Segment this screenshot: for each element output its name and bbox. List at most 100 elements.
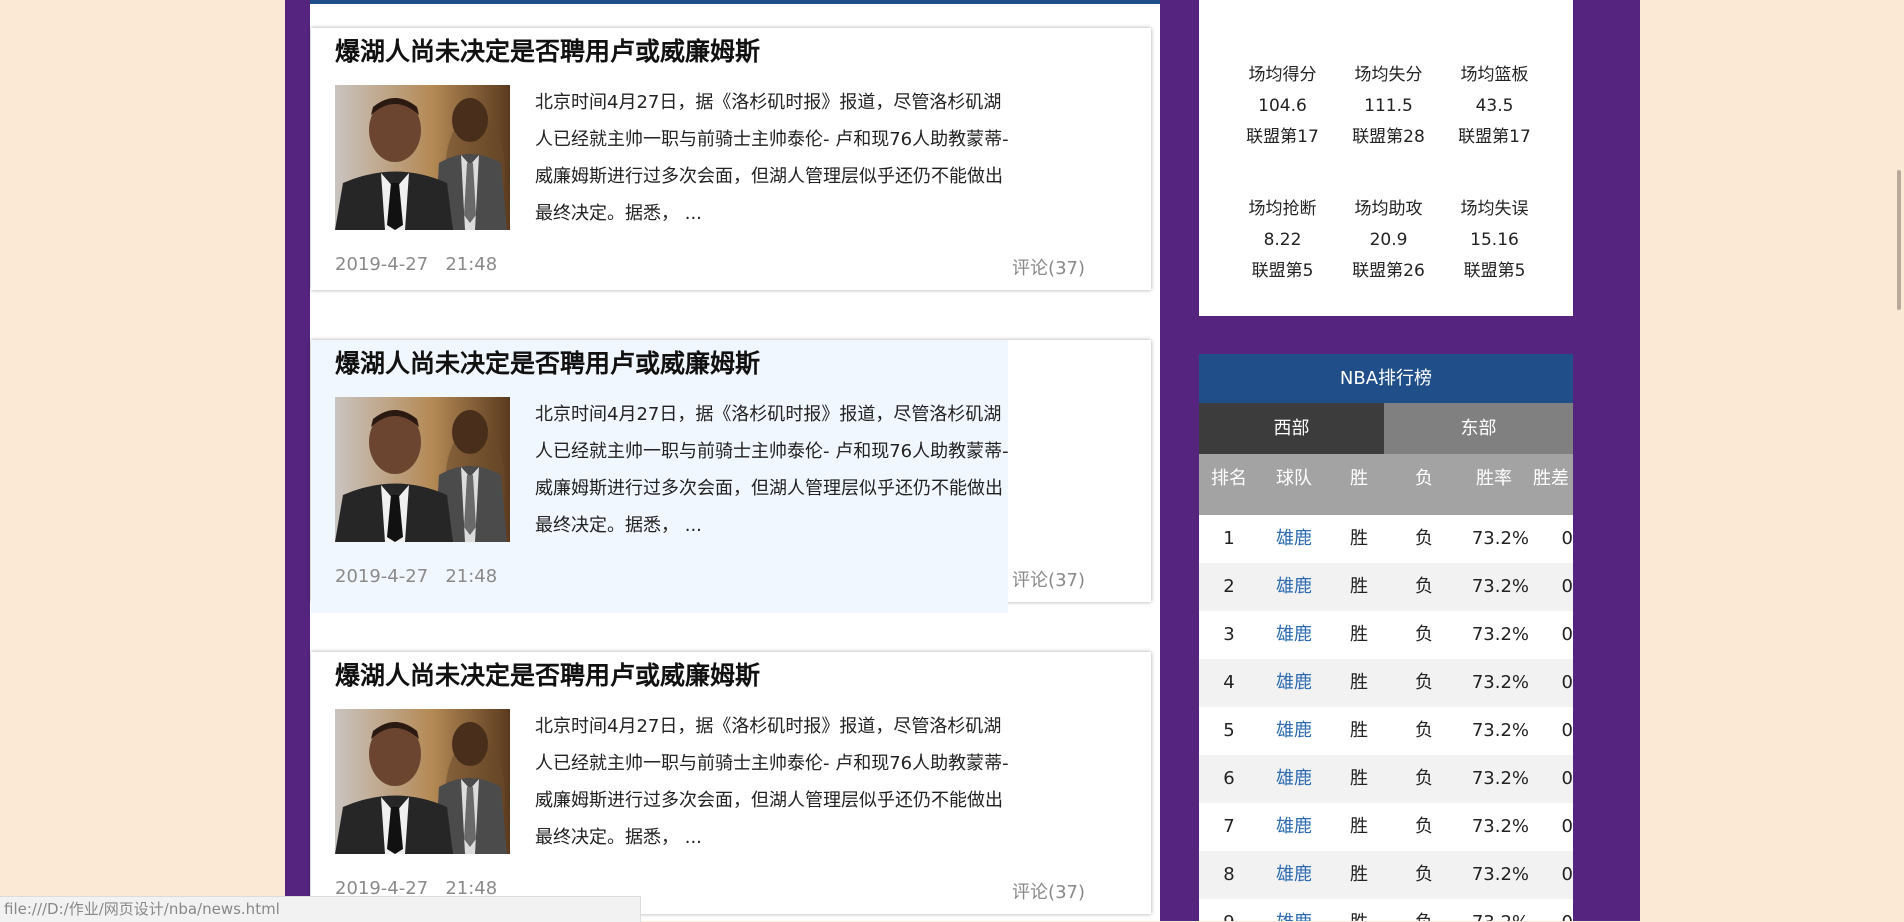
stat-label: 场均失分: [1354, 65, 1423, 85]
ranking-title: NBA排行榜: [1199, 354, 1573, 403]
tab-west[interactable]: 西部: [1199, 403, 1384, 454]
team-link[interactable]: 雄鹿: [1259, 755, 1329, 803]
coaches-photo-icon: [335, 85, 510, 230]
team-link[interactable]: 雄鹿: [1259, 707, 1329, 755]
conference-tabs: 西部 东部: [1199, 403, 1573, 454]
table-row: 5 雄鹿 胜 负 73.2% 0: [1199, 707, 1573, 755]
scrollbar-thumb[interactable]: [1897, 170, 1901, 310]
stat-value: 104.6: [1258, 96, 1307, 116]
table-row: 7 雄鹿 胜 负 73.2% 0: [1199, 803, 1573, 851]
table-row: 6 雄鹿 胜 负 73.2% 0: [1199, 755, 1573, 803]
loss-cell: 负: [1415, 624, 1433, 645]
news-thumbnail[interactable]: [335, 397, 510, 542]
nba-ranking-panel: NBA排行榜 西部 东部 排名 球队 胜 负 胜率 胜差 1 雄鹿 胜 负 73…: [1199, 354, 1573, 921]
news-date: 2019-4-27 21:48: [335, 254, 498, 275]
stat-league-rank: 联盟第5: [1251, 261, 1314, 281]
scrollbar-track[interactable]: [1887, 0, 1904, 921]
stat-value: 111.5: [1364, 96, 1413, 116]
ranking-column-headers: 排名 球队 胜 负 胜率 胜差: [1199, 454, 1573, 515]
team-link[interactable]: 雄鹿: [1259, 515, 1329, 563]
stat-value: 15.16: [1470, 230, 1519, 250]
table-row: 1 雄鹿 胜 负 73.2% 0: [1199, 515, 1573, 563]
news-thumbnail[interactable]: [335, 709, 510, 854]
news-title[interactable]: 爆湖人尚未决定是否聘用卢或威廉姆斯: [335, 344, 760, 380]
rank-cell: 4: [1223, 672, 1235, 693]
win-cell: 胜: [1350, 768, 1368, 789]
table-row: 2 雄鹿 胜 负 73.2% 0: [1199, 563, 1573, 611]
games-behind-cell: 0: [1561, 864, 1573, 885]
browser-status-bar: file:///D:/作业/网页设计/nba/news.html: [0, 896, 641, 922]
stat-value: 20.9: [1369, 230, 1408, 250]
loss-cell: 负: [1415, 816, 1433, 837]
stat-label: 场均篮板: [1460, 65, 1529, 85]
win-pct-cell: 73.2%: [1471, 672, 1529, 693]
team-link[interactable]: 雄鹿: [1259, 611, 1329, 659]
team-link[interactable]: 雄鹿: [1259, 659, 1329, 707]
win-pct-cell: 73.2%: [1459, 899, 1529, 921]
team-link[interactable]: 雄鹿: [1259, 851, 1329, 899]
games-behind-cell: 0: [1561, 624, 1573, 645]
news-card[interactable]: 爆湖人尚未决定是否聘用卢或威廉姆斯 北京时间4月27日，据《洛杉矶时报》报道，尽…: [311, 28, 1151, 290]
news-title[interactable]: 爆湖人尚未决定是否聘用卢或威廉姆斯: [335, 32, 760, 68]
win-pct-cell: 73.2%: [1471, 864, 1529, 885]
stat-item: 场均得分 104.6 联盟第17: [1230, 60, 1335, 153]
news-card[interactable]: 爆湖人尚未决定是否聘用卢或威廉姆斯 北京时间4月27日，据《洛杉矶时报》报道，尽…: [311, 340, 1151, 613]
team-stats-panel: 场均得分 104.6 联盟第17 场均失分 111.5 联盟第28 场均篮板 4…: [1199, 0, 1573, 316]
games-behind-cell: 0: [1561, 720, 1573, 741]
news-title[interactable]: 爆湖人尚未决定是否聘用卢或威廉姆斯: [335, 656, 760, 692]
team-link[interactable]: 雄鹿: [1259, 563, 1329, 611]
win-pct-cell: 73.2%: [1471, 816, 1529, 837]
coaches-photo-icon: [335, 709, 510, 854]
win-cell: 胜: [1350, 624, 1368, 645]
rank-cell: 1: [1223, 528, 1235, 549]
col-games-behind: 胜差: [1533, 468, 1569, 489]
rank-cell: 9: [1199, 899, 1259, 921]
comments-link[interactable]: 评论(37): [1012, 254, 1085, 280]
team-link[interactable]: 雄鹿: [1259, 803, 1329, 851]
loss-cell: 负: [1415, 864, 1433, 885]
stat-league-rank: 联盟第28: [1352, 127, 1425, 147]
stat-label: 场均失误: [1460, 199, 1529, 219]
games-behind-cell: 0: [1561, 528, 1573, 549]
stat-league-rank: 联盟第5: [1463, 261, 1526, 281]
win-cell: 胜: [1350, 864, 1368, 885]
games-behind-cell: 0: [1529, 899, 1573, 921]
stat-value: 8.22: [1263, 230, 1302, 250]
stat-item: 场均失分 111.5 联盟第28: [1336, 60, 1441, 153]
table-row: 9 雄鹿 胜 负 73.2% 0: [1199, 899, 1573, 921]
col-loss: 负: [1415, 468, 1433, 489]
loss-cell: 负: [1415, 720, 1433, 741]
comments-link[interactable]: 评论(37): [1012, 878, 1085, 904]
news-top-bar: [310, 0, 1160, 4]
col-rank: 排名: [1211, 468, 1247, 489]
rank-cell: 3: [1223, 624, 1235, 645]
news-summary: 北京时间4月27日，据《洛杉矶时报》报道，尽管洛杉矶湖人已经就主帅一职与前骑士主…: [535, 404, 1009, 536]
col-win-pct: 胜率: [1476, 468, 1512, 489]
team-link[interactable]: 雄鹿: [1259, 899, 1329, 921]
win-pct-cell: 73.2%: [1471, 720, 1529, 741]
news-summary: 北京时间4月27日，据《洛杉矶时报》报道，尽管洛杉矶湖人已经就主帅一职与前骑士主…: [535, 716, 1009, 848]
table-row: 4 雄鹿 胜 负 73.2% 0: [1199, 659, 1573, 707]
tab-east[interactable]: 东部: [1384, 403, 1573, 454]
win-cell: 胜: [1350, 576, 1368, 597]
win-cell: 胜: [1350, 528, 1368, 549]
games-behind-cell: 0: [1561, 768, 1573, 789]
games-behind-cell: 0: [1561, 672, 1573, 693]
stat-item: 场均抢断 8.22 联盟第5: [1230, 194, 1335, 287]
stat-value: 43.5: [1475, 96, 1514, 116]
news-summary: 北京时间4月27日，据《洛杉矶时报》报道，尽管洛杉矶湖人已经就主帅一职与前骑士主…: [535, 92, 1009, 224]
table-row: 8 雄鹿 胜 负 73.2% 0: [1199, 851, 1573, 899]
comments-link[interactable]: 评论(37): [1012, 566, 1085, 592]
stat-item: 场均助攻 20.9 联盟第26: [1336, 194, 1441, 287]
loss-cell: 负: [1415, 576, 1433, 597]
games-behind-cell: 0: [1561, 816, 1573, 837]
col-win: 胜: [1350, 468, 1368, 489]
news-card[interactable]: 爆湖人尚未决定是否聘用卢或威廉姆斯 北京时间4月27日，据《洛杉矶时报》报道，尽…: [311, 652, 1151, 914]
rank-cell: 6: [1223, 768, 1235, 789]
stat-league-rank: 联盟第17: [1246, 127, 1319, 147]
stat-league-rank: 联盟第26: [1352, 261, 1425, 281]
news-thumbnail[interactable]: [335, 85, 510, 230]
stat-league-rank: 联盟第17: [1458, 127, 1531, 147]
win-cell: 胜: [1350, 816, 1368, 837]
news-date: 2019-4-27 21:48: [335, 566, 498, 587]
